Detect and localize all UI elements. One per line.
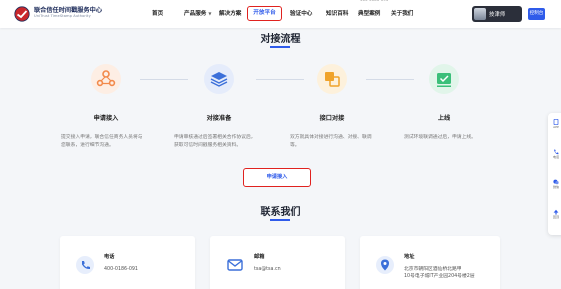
nav-open-platform[interactable]: 开放平台: [247, 6, 282, 21]
user-menu[interactable]: 技津师: [472, 6, 522, 22]
step-desc-interface: 双方就具体对接进行沟通、对接、联调等。: [290, 135, 372, 148]
email-value[interactable]: tsa@tsa.cn: [254, 266, 281, 273]
hotline-cut: 400-0186-091: [360, 0, 420, 2]
interface-icon: [317, 64, 347, 94]
step-name-launch: 上线: [437, 115, 451, 122]
flow-connector: [256, 79, 304, 80]
step-name-apply: 申请接入: [93, 115, 119, 122]
console-button[interactable]: 控制台: [528, 8, 545, 20]
contact-title: 联系我们: [260, 207, 301, 218]
side-item-top[interactable]: 回顶: [551, 209, 561, 219]
side-item-app[interactable]: APP: [551, 119, 561, 129]
step-desc-prepare: 申请审核通过后签署相关合作协议后，获取可信时间戳服务相关资料。: [174, 135, 256, 148]
flow-connector: [366, 79, 414, 80]
user-network-icon: [91, 64, 121, 94]
contact-card-address: 地址 北京市朝阳区酒仙桥北路甲 10号电子城IT产业园204号楼2层: [360, 236, 500, 289]
nav-home[interactable]: 首页: [152, 10, 163, 18]
check-icon: [429, 64, 459, 94]
flow-title-underline: [270, 46, 290, 48]
step-desc-apply: 提交接入申请，联合信任商务人员将与您联系，进行细节沟通。: [61, 135, 143, 148]
nav-solutions[interactable]: 解决方案: [219, 10, 241, 18]
step-desc-launch: 测试环境联调通过后，申请上线。: [404, 135, 476, 140]
nav-cases[interactable]: 典型案例: [358, 10, 380, 18]
contact-card-email: 邮箱 tsa@tsa.cn: [210, 236, 345, 289]
side-item-phone[interactable]: 电话: [551, 149, 561, 159]
address-value-line1: 北京市朝阳区酒仙桥北路甲: [404, 267, 462, 272]
brand-subtitle: UniTrust TimeStamp Authority: [34, 14, 91, 18]
brand-logo-icon[interactable]: [14, 6, 30, 22]
brand[interactable]: 联合信任时间戳服务中心 UniTrust TimeStamp Authority: [34, 7, 102, 19]
side-item-wechat[interactable]: 微信: [551, 179, 561, 189]
step-name-prepare: 对接准备: [206, 115, 232, 122]
flow-connector: [140, 79, 188, 80]
phone-icon: [76, 256, 94, 274]
email-label: 邮箱: [254, 254, 265, 260]
side-float-toolbar: APP 电话 微信 回顶: [548, 113, 561, 235]
layers-icon: [204, 64, 234, 94]
mail-icon: [227, 259, 243, 271]
apply-access-button[interactable]: 申请接入: [243, 168, 311, 187]
top-navigation: 400-0186-091 联合信任时间戳服务中心 UniTrust TimeSt…: [0, 0, 561, 28]
nav-verify-center[interactable]: 验证中心: [290, 10, 312, 18]
flow-title: 对接流程: [260, 34, 301, 45]
phone-label: 电话: [104, 254, 115, 260]
contact-title-underline: [270, 219, 290, 221]
nav-about[interactable]: 关于我们: [391, 10, 413, 18]
user-name: 技津师: [489, 12, 506, 18]
address-label: 地址: [404, 254, 415, 260]
contact-card-phone: 电话 400-0186-091: [60, 236, 195, 289]
nav-knowledge[interactable]: 知识百科: [326, 10, 348, 18]
nav-products[interactable]: 产品服务 ▼: [184, 10, 211, 18]
phone-value: 400-0186-091: [104, 267, 138, 272]
address-value-line2: 10号电子城IT产业园204号楼2层: [404, 274, 475, 279]
location-icon: [376, 256, 394, 274]
avatar: [474, 8, 486, 20]
chevron-down-icon: ▼: [208, 11, 212, 16]
step-name-interface: 接口对接: [319, 115, 345, 122]
brand-name: 联合信任时间戳服务中心: [34, 7, 103, 14]
